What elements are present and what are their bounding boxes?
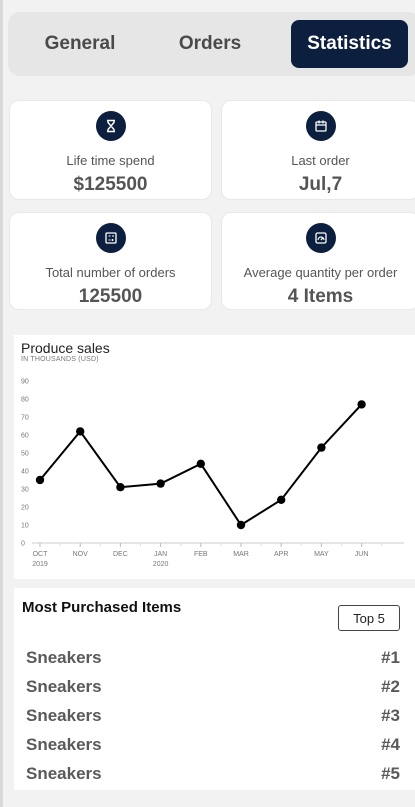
- y-tick-label: 60: [21, 433, 29, 440]
- x-tick-label: MAR: [233, 551, 249, 558]
- y-tick-label: 50: [21, 451, 29, 458]
- data-point: [317, 443, 326, 452]
- produce-sales-chart: Produce sales IN THOUSANDS (USD) 0 10 20 30…: [14, 335, 415, 579]
- list-item[interactable]: Sneakers #4: [26, 733, 400, 757]
- stat-value: $125500: [73, 174, 148, 195]
- stat-value: 125500: [78, 286, 143, 307]
- stat-label: Last order: [291, 153, 350, 168]
- item-rank: #3: [381, 706, 400, 725]
- data-point: [116, 483, 125, 492]
- y-tick-label: 30: [21, 487, 29, 494]
- list-item[interactable]: Sneakers #2: [26, 675, 400, 699]
- stat-card-lifetime-spend: Life time spend $125500: [9, 100, 212, 200]
- data-point: [196, 459, 205, 468]
- data-point: [357, 400, 366, 409]
- item-name: Sneakers: [26, 648, 102, 667]
- top-5-filter-button[interactable]: Top 5: [338, 605, 400, 631]
- y-tick-label: 10: [21, 523, 29, 530]
- hourglass-icon: [95, 111, 126, 141]
- item-rank: #1: [381, 648, 400, 667]
- y-tick-label: 0: [21, 541, 25, 548]
- x-tick-label: MAY: [314, 551, 329, 558]
- most-purchased-panel: Most Purchased Items Top 5 Sneakers #1 S…: [14, 588, 415, 790]
- tab-orders[interactable]: Orders: [148, 20, 272, 68]
- list-item[interactable]: Sneakers #5: [26, 762, 400, 786]
- stat-card-average-quantity: Average quantity per order 4 Items: [221, 212, 415, 310]
- tab-general[interactable]: General: [18, 20, 142, 68]
- x-tick-sublabel: 2019: [32, 561, 48, 568]
- data-point: [236, 520, 246, 530]
- calculator-icon: [95, 223, 126, 253]
- gauge-icon: [305, 223, 336, 253]
- x-tick-sublabel: 2020: [153, 561, 169, 568]
- y-tick-label: 90: [21, 379, 29, 386]
- x-tick-label: DEC: [113, 551, 128, 558]
- item-rank: #5: [381, 764, 400, 783]
- tab-statistics[interactable]: Statistics: [291, 20, 408, 68]
- y-tick-label: 80: [21, 397, 29, 404]
- x-tick-label: OCT: [33, 551, 49, 558]
- most-purchased-title: Most Purchased Items: [22, 599, 182, 616]
- x-tick-label: JAN: [154, 551, 167, 558]
- tab-bar: General Orders Statistics: [8, 12, 415, 76]
- list-item[interactable]: Sneakers #3: [26, 704, 400, 728]
- item-rank: #4: [381, 735, 400, 754]
- x-tick-label: JUN: [355, 551, 369, 558]
- stat-label: Total number of orders: [45, 265, 176, 280]
- x-tick-label: APR: [274, 551, 288, 558]
- list-item[interactable]: Sneakers #1: [26, 646, 400, 670]
- item-name: Sneakers: [26, 706, 102, 725]
- x-tick-label: FEB: [194, 551, 208, 558]
- y-tick-label: 20: [21, 505, 29, 512]
- item-rank: #2: [381, 677, 400, 696]
- stat-label: Life time spend: [66, 153, 155, 168]
- data-point: [156, 479, 165, 488]
- calendar-icon: [305, 111, 336, 141]
- item-name: Sneakers: [26, 677, 102, 696]
- stat-label: Average quantity per order: [243, 265, 398, 280]
- item-name: Sneakers: [26, 764, 102, 783]
- stat-card-last-order: Last order Jul,7: [221, 100, 415, 200]
- stat-value: 4 Items: [287, 286, 354, 307]
- stat-value: Jul,7: [298, 174, 343, 195]
- stat-card-total-orders: Total number of orders 125500: [9, 212, 212, 310]
- chart-canvas: 0 10 20 30 40 50 60 70 80 90 OCT 2019 NOV DEC JAN 2020 F…: [21, 379, 404, 568]
- data-point: [277, 495, 286, 504]
- y-tick-label: 40: [21, 469, 29, 476]
- data-point: [76, 427, 85, 436]
- y-tick-label: 70: [21, 415, 29, 422]
- left-edge-strip: [0, 0, 3, 807]
- data-point: [35, 475, 45, 485]
- x-tick-label: NOV: [73, 551, 89, 558]
- item-name: Sneakers: [26, 735, 102, 754]
